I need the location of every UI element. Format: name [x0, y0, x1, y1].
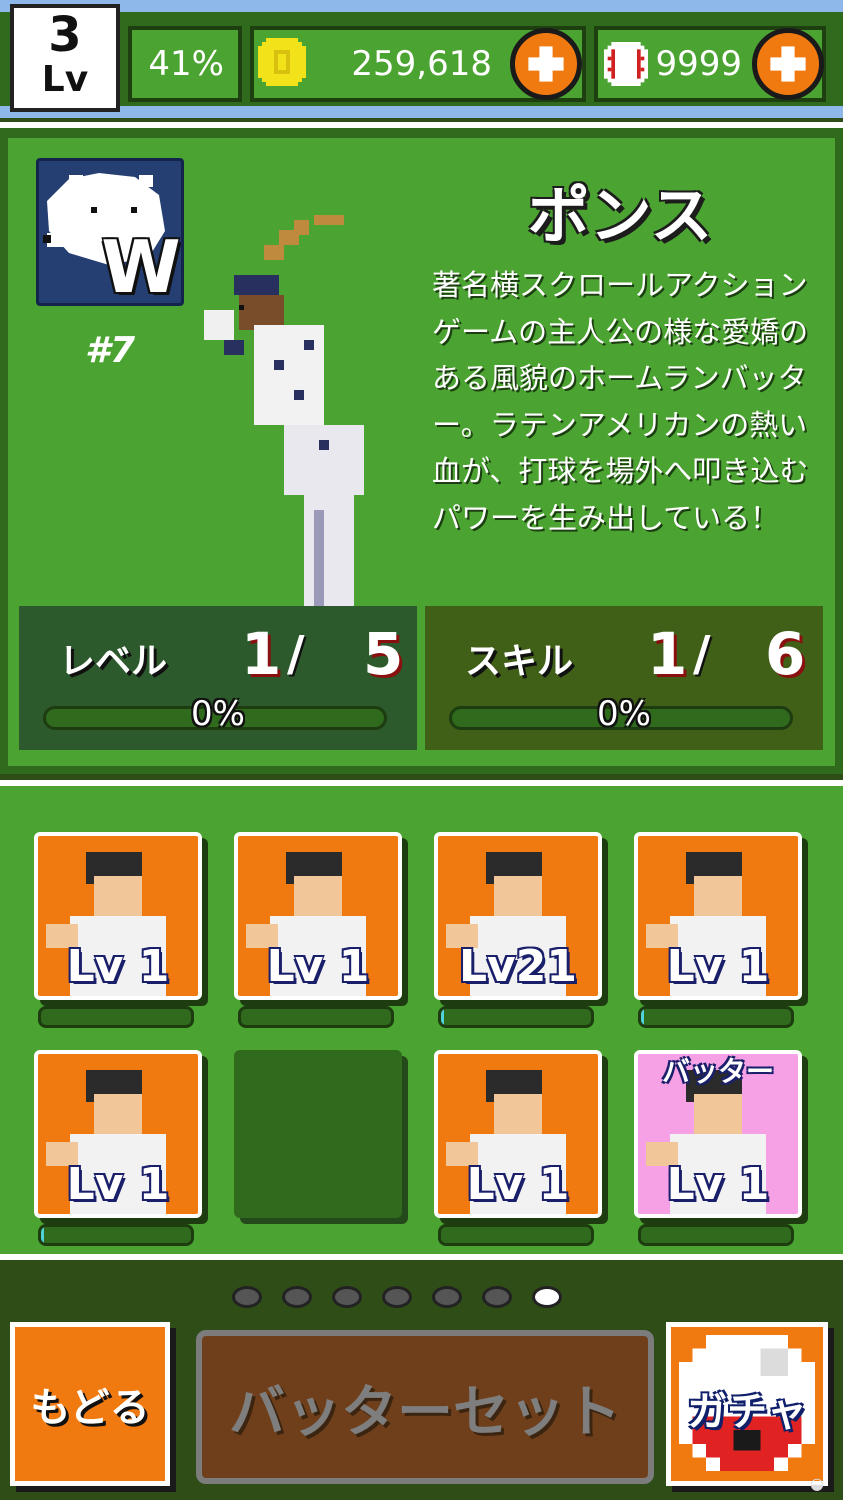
- level-panel: レベル 1 / 5 0%: [19, 606, 417, 750]
- player-level-badge: 3 Lv: [10, 4, 120, 112]
- page-indicator-dot[interactable]: [532, 1286, 562, 1308]
- slot-level-text: Lv 1: [466, 1159, 570, 1210]
- roster-slot[interactable]: Lv 1: [34, 832, 202, 1000]
- level-label: レベル: [59, 641, 168, 682]
- buy-coins-button[interactable]: [510, 28, 582, 100]
- buy-balls-button[interactable]: [752, 28, 824, 100]
- team-logo: W: [36, 158, 184, 306]
- skill-slash: /: [693, 626, 711, 682]
- level-max: 5: [363, 620, 404, 688]
- player-level-label: Lv: [41, 59, 89, 100]
- roster-slot[interactable]: Lv 1: [34, 1050, 202, 1218]
- watermark-icon: ◒: [810, 1474, 824, 1493]
- slot-progress-bar: [638, 1224, 794, 1246]
- exp-percent-box: 41%: [128, 26, 242, 102]
- slot-progress-bar: [638, 1006, 794, 1028]
- uniform-number: #7: [84, 330, 136, 371]
- skill-panel: スキル 1 / 6 0%: [425, 606, 823, 750]
- skill-label: スキル: [465, 641, 574, 682]
- slot-progress-bar: [438, 1006, 594, 1028]
- player-description: 著名横スクロールアクションゲームの主人公の様な愛嬌のある風貌のホームランバッター…: [432, 268, 809, 535]
- page-indicator-dot[interactable]: [482, 1286, 512, 1308]
- slot-progress-bar: [38, 1006, 194, 1028]
- page-indicator-dot[interactable]: [382, 1286, 412, 1308]
- slot-progress-bar: [38, 1224, 194, 1246]
- page-indicator-dot[interactable]: [432, 1286, 462, 1308]
- batter-set-button[interactable]: バッターセット: [196, 1330, 654, 1484]
- baseball-icon: [604, 42, 648, 86]
- page-indicator-dot[interactable]: [232, 1286, 262, 1308]
- empty-roster-slot[interactable]: [234, 1050, 402, 1218]
- ball-count: 9999: [655, 44, 742, 84]
- back-button[interactable]: もどる: [10, 1322, 170, 1486]
- page-indicator-dot[interactable]: [332, 1286, 362, 1308]
- roster-slot[interactable]: Lv21: [434, 832, 602, 1000]
- coin-count: 259,618: [351, 44, 492, 84]
- page-indicator-dot[interactable]: [282, 1286, 312, 1308]
- level-current: 1: [241, 620, 282, 688]
- player-level-number: 3: [48, 7, 82, 63]
- skill-current: 1: [647, 620, 688, 688]
- plus-icon: [770, 46, 806, 82]
- roster-slot[interactable]: Lv 1: [634, 832, 802, 1000]
- gacha-button[interactable]: ガチャ: [666, 1322, 828, 1486]
- level-progress-text: 0%: [191, 694, 245, 734]
- slot-progress-fill: [441, 1009, 444, 1025]
- level-slash: /: [287, 626, 305, 682]
- slot-level-text: Lv 1: [666, 1159, 770, 1210]
- slot-progress-fill: [641, 1009, 644, 1025]
- roster-slot[interactable]: Lv 1: [234, 832, 402, 1000]
- slot-level-text: Lv 1: [666, 941, 770, 992]
- coin-icon: [258, 38, 306, 86]
- slot-level-text: Lv21: [459, 941, 577, 992]
- slot-level-text: Lv 1: [266, 941, 370, 992]
- slot-progress-fill: [41, 1227, 44, 1243]
- team-logo-letter: W: [101, 225, 181, 306]
- plus-icon: [528, 46, 564, 82]
- slot-role-tag: バッター: [661, 1055, 774, 1088]
- skill-max: 6: [765, 620, 806, 688]
- player-name: ポンス: [527, 179, 713, 252]
- exp-percent: 41%: [148, 44, 224, 84]
- slot-progress-bar: [438, 1224, 594, 1246]
- slot-level-text: Lv 1: [66, 941, 170, 992]
- roster-slot[interactable]: バッター Lv 1: [634, 1050, 802, 1218]
- roster-slot[interactable]: Lv 1: [434, 1050, 602, 1218]
- slot-level-text: Lv 1: [66, 1159, 170, 1210]
- slot-progress-bar: [238, 1006, 394, 1028]
- gacha-label: ガチャ: [687, 1389, 807, 1435]
- skill-progress-text: 0%: [597, 694, 651, 734]
